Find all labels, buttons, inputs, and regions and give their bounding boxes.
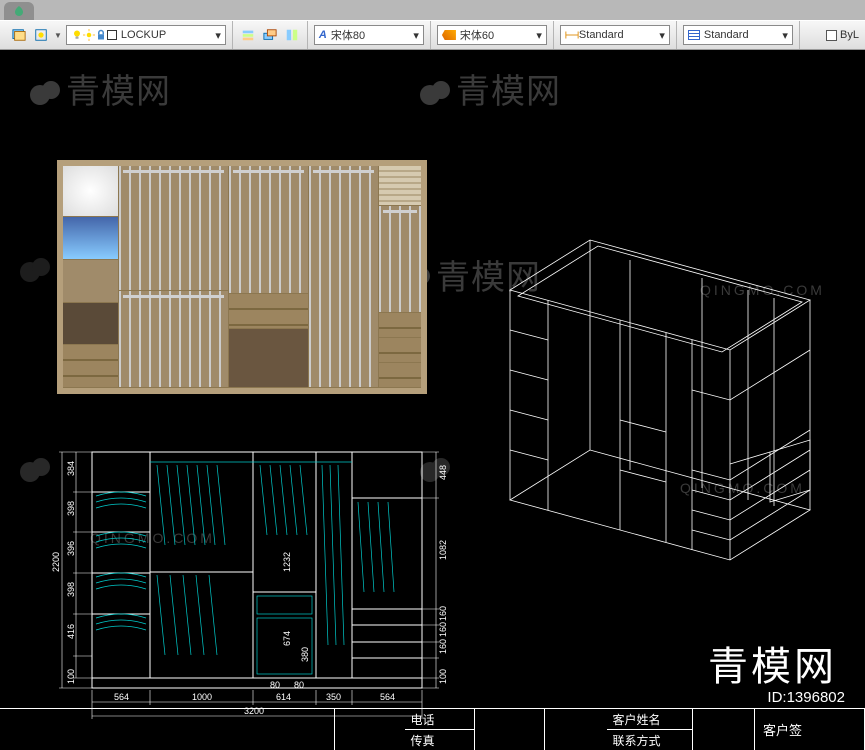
layer-isolate-button[interactable] xyxy=(261,26,279,44)
svg-text:100: 100 xyxy=(66,669,76,684)
brush-icon xyxy=(442,30,456,40)
checkbox-icon xyxy=(826,30,837,41)
brand-logo-large: 青模网 xyxy=(708,634,837,692)
svg-text:160: 160 xyxy=(438,622,448,637)
chevron-down-icon: ▾ xyxy=(776,29,788,42)
layer-color-swatch xyxy=(107,30,117,40)
svg-text:564: 564 xyxy=(114,692,129,702)
svg-text:398: 398 xyxy=(66,582,76,597)
bylayer-toggle[interactable]: ByL xyxy=(826,29,861,41)
svg-text:380: 380 xyxy=(300,647,310,662)
customer-sign-label: 客户签 xyxy=(755,709,865,750)
lightbulb-icon xyxy=(71,29,83,41)
drawing-titleblock: 电话 传真 客户姓名 联系方式 客户签 xyxy=(0,708,865,750)
model-id: ID:1396802 xyxy=(767,689,845,706)
chevron-down-icon: ▾ xyxy=(407,29,419,42)
svg-text:1232: 1232 xyxy=(282,552,292,572)
dropdown-caret-icon[interactable]: ▼ xyxy=(54,31,62,40)
drawing-canvas[interactable]: 青模网 青模网 青模网 QINGMO.COM QINGMO.COM QINGMO… xyxy=(0,50,865,750)
watermark: 青模网 xyxy=(420,64,561,113)
layer-state-group xyxy=(233,21,308,49)
layer-states-button[interactable] xyxy=(239,26,257,44)
document-tab[interactable] xyxy=(4,2,34,20)
textstyle-selector-1[interactable]: A 宋体80 ▾ xyxy=(314,25,424,45)
svg-text:80: 80 xyxy=(294,680,304,690)
dimension-icon xyxy=(565,29,579,41)
chevron-down-icon: ▾ xyxy=(209,29,221,42)
dimstyle-2-value: Standard xyxy=(704,29,749,41)
sun-icon xyxy=(83,29,95,41)
svg-text:448: 448 xyxy=(438,465,448,480)
layer-selector[interactable]: LOCKUP ▾ xyxy=(66,25,226,45)
svg-text:100: 100 xyxy=(438,669,448,684)
svg-text:398: 398 xyxy=(66,501,76,516)
svg-text:160: 160 xyxy=(438,606,448,621)
svg-text:674: 674 xyxy=(282,631,292,646)
svg-text:1082: 1082 xyxy=(438,540,448,560)
svg-text:384: 384 xyxy=(66,461,76,476)
chevron-down-icon: ▾ xyxy=(530,29,542,42)
textstyle-2-value: 宋体60 xyxy=(460,27,494,43)
textstyle-1-value: 宋体80 xyxy=(331,27,365,43)
tablestyle-icon xyxy=(688,30,700,40)
textstyle-group-1: A 宋体80 ▾ xyxy=(308,21,431,49)
svg-text:416: 416 xyxy=(66,624,76,639)
phone-label: 电话 xyxy=(405,709,475,729)
svg-text:614: 614 xyxy=(276,692,291,702)
layer-match-button[interactable] xyxy=(283,26,301,44)
leaf-icon xyxy=(13,5,25,17)
layer-filter-button[interactable] xyxy=(32,26,50,44)
watermark: 青模网 xyxy=(30,64,171,113)
layer-properties-button[interactable] xyxy=(10,26,28,44)
lock-icon xyxy=(95,29,107,41)
wardrobe-elevation-drawing: 2200 384 398 396 398 416 100 448 1082 16… xyxy=(32,432,462,732)
svg-text:80: 80 xyxy=(270,680,280,690)
watermark xyxy=(20,250,56,289)
dimstyle-1-value: Standard xyxy=(579,29,624,41)
svg-text:1000: 1000 xyxy=(192,692,212,702)
dimstyle-group-2: Standard ▾ xyxy=(677,21,800,49)
dimstyle-group-1: Standard ▾ xyxy=(554,21,677,49)
customer-name-label: 客户姓名 xyxy=(607,709,693,729)
wardrobe-isometric-wireframe xyxy=(470,170,850,570)
textstyle-group-2: 宋体60 ▾ xyxy=(431,21,554,49)
contact-label: 联系方式 xyxy=(607,730,693,750)
fax-label: 传真 xyxy=(405,730,475,750)
bylayer-label: ByL xyxy=(840,29,859,41)
svg-text:564: 564 xyxy=(380,692,395,702)
textstyle-icon: A xyxy=(319,29,327,41)
dim-overall-h: 2200 xyxy=(51,552,61,572)
dimstyle-selector-1[interactable]: Standard ▾ xyxy=(560,25,670,45)
svg-text:396: 396 xyxy=(66,541,76,556)
window-tab-bar xyxy=(0,0,865,20)
svg-text:350: 350 xyxy=(326,692,341,702)
chevron-down-icon: ▾ xyxy=(653,29,665,42)
dimstyle-selector-2[interactable]: Standard ▾ xyxy=(683,25,793,45)
svg-text:160: 160 xyxy=(438,639,448,654)
textstyle-selector-2[interactable]: 宋体60 ▾ xyxy=(437,25,547,45)
layer-name: LOCKUP xyxy=(121,29,166,41)
wardrobe-render-image xyxy=(57,160,427,394)
layer-tools-group: ▼ LOCKUP ▾ xyxy=(4,21,233,49)
main-toolbar: ▼ LOCKUP ▾ A 宋体80 ▾ 宋体60 ▾ Stand xyxy=(0,20,865,50)
